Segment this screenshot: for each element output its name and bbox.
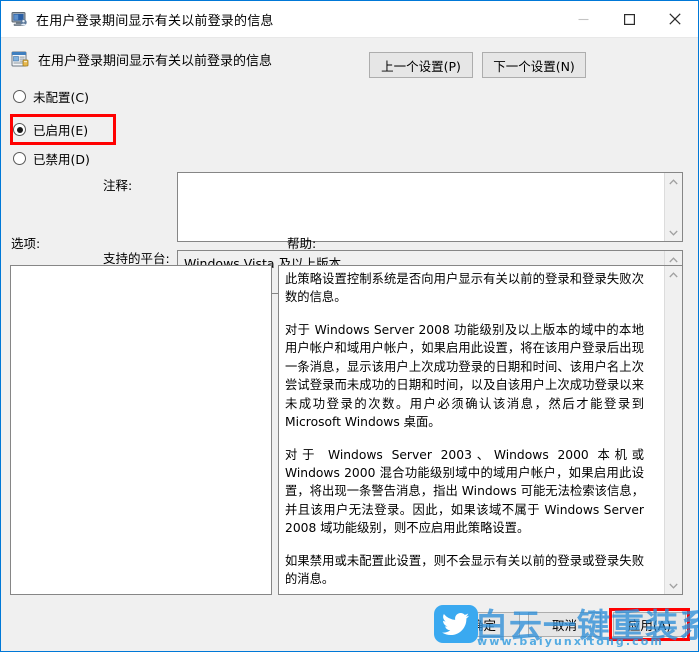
ok-button[interactable]: 确定: [447, 612, 520, 637]
state-radio-group: 未配置(C) 已启用(E) 已禁用(D): [10, 84, 131, 176]
help-paragraph: 如果禁用或未配置此设置，则不会显示有关以前的登录或登录失败的消息。: [285, 553, 644, 587]
navigation-buttons: 上一个设置(P) 下一个设置(N): [369, 52, 586, 78]
comment-scrollbar[interactable]: [664, 173, 682, 241]
minimize-button[interactable]: [560, 1, 606, 37]
dialog-footer: 确定 取消 应用(A): [1, 601, 698, 651]
help-label: 帮助:: [287, 236, 317, 251]
comment-value: [178, 173, 682, 183]
radio-not-configured[interactable]: 未配置(C): [11, 84, 131, 109]
comment-scroll-track[interactable]: [665, 190, 682, 224]
radio-enabled-label: 已启用(E): [33, 123, 89, 138]
window-title: 在用户登录期间显示有关以前登录的信息: [36, 13, 274, 29]
cancel-button[interactable]: 取消: [528, 612, 601, 637]
radio-disabled[interactable]: 已禁用(D): [11, 146, 131, 171]
chevron-up-icon[interactable]: [665, 173, 682, 190]
close-button[interactable]: [652, 1, 698, 37]
help-text: 此策略设置控制系统是否向用户显示有关以前的登录和登录失败次数的信息。 对于 Wi…: [279, 266, 651, 593]
help-pane: 此策略设置控制系统是否向用户显示有关以前的登录和登录失败次数的信息。 对于 Wi…: [278, 265, 683, 595]
group-policy-setting-dialog: 在用户登录期间显示有关以前登录的信息 在用户登录期间显示有关以前登录的信息 上一…: [0, 0, 699, 652]
help-scrollbar[interactable]: [664, 266, 682, 594]
comment-label: 注释:: [103, 178, 133, 193]
group-policy-setting-icon: [11, 50, 29, 68]
setting-header: 在用户登录期间显示有关以前登录的信息: [1, 38, 698, 80]
comment-field[interactable]: [177, 172, 683, 242]
next-setting-button[interactable]: 下一个设置(N): [482, 52, 586, 78]
maximize-button[interactable]: [606, 1, 652, 37]
chevron-up-icon[interactable]: [665, 266, 682, 283]
title-bar: 在用户登录期间显示有关以前登录的信息: [1, 1, 698, 38]
setting-title: 在用户登录期间显示有关以前登录的信息: [38, 53, 273, 69]
help-paragraph: 此策略设置控制系统是否向用户显示有关以前的登录和登录失败次数的信息。: [285, 272, 644, 305]
previous-setting-button[interactable]: 上一个设置(P): [369, 52, 473, 78]
help-paragraph: 对于 Windows Server 2008 功能级别及以上版本的域中的本地用户…: [285, 322, 644, 430]
options-pane[interactable]: [10, 265, 272, 595]
apply-button-highlight: 应用(A): [609, 608, 690, 641]
radio-enabled[interactable]: 已启用(E): [10, 114, 116, 145]
options-content: [11, 266, 271, 276]
dialog-action-buttons: 确定 取消 应用(A): [447, 608, 690, 641]
radio-enabled-indicator[interactable]: [13, 123, 26, 136]
help-scroll-track[interactable]: [665, 283, 682, 577]
radio-not-configured-indicator[interactable]: [13, 90, 26, 103]
chevron-down-icon[interactable]: [665, 224, 682, 241]
radio-not-configured-label: 未配置(C): [33, 90, 89, 105]
configuration-area: 未配置(C) 已启用(E) 已禁用(D) 注释: 支持的平台: Windows …: [1, 80, 698, 294]
apply-button[interactable]: 应用(A): [613, 612, 686, 637]
chevron-down-icon[interactable]: [665, 577, 682, 594]
radio-disabled-label: 已禁用(D): [33, 152, 90, 167]
radio-disabled-indicator[interactable]: [13, 152, 26, 165]
help-paragraph: 对于 Windows Server 2003、Windows 2000 本机或 …: [285, 447, 644, 536]
computer-monitor-icon: [11, 11, 28, 27]
options-label: 选项:: [11, 236, 41, 251]
window-controls: [560, 1, 698, 37]
